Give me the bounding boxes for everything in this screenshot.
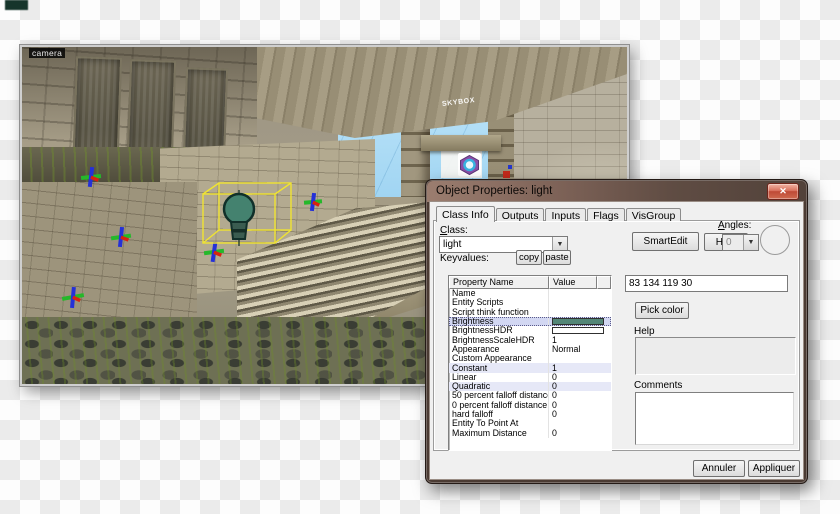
close-icon: ✕	[779, 186, 787, 196]
table-row[interactable]: Entity To Point At	[449, 419, 611, 428]
table-header: Property Name Value	[449, 276, 611, 289]
table-row[interactable]: Entity Scripts	[449, 298, 611, 307]
pick-color-button[interactable]: Pick color	[635, 302, 689, 319]
tab-inputs[interactable]: Inputs	[545, 208, 586, 221]
angle-dial[interactable]	[760, 225, 790, 255]
table-row-brightness-selected[interactable]: Brightness	[449, 317, 611, 326]
keyvalues-label: Keyvalues:	[440, 253, 489, 264]
angles-combobox[interactable]: 0 ▼	[722, 234, 759, 251]
cancel-button[interactable]: Annuler	[693, 460, 745, 477]
table-row[interactable]: 50 percent falloff distance0	[449, 391, 611, 400]
table-row[interactable]: Script think function	[449, 308, 611, 317]
corner-fragment	[5, 0, 28, 10]
object-properties-dialog: Object Properties: light ✕ Class Info Ou…	[425, 179, 808, 484]
tab-bar: Class Info Outputs Inputs Flags VisGroup	[436, 205, 682, 221]
tab-class-info[interactable]: Class Info	[436, 206, 495, 222]
transparent-canvas: camera SKYBOX Object Properties: light ✕…	[0, 0, 840, 514]
viewport-camera-label[interactable]: camera	[29, 48, 65, 58]
apply-button[interactable]: Appliquer	[748, 460, 800, 477]
brightness-color-swatch[interactable]	[552, 318, 604, 325]
lightbulb-entity	[224, 190, 254, 246]
table-row[interactable]: 0 percent falloff distance0	[449, 401, 611, 410]
table-row[interactable]: BrightnessScaleHDR1	[449, 335, 611, 344]
paste-button[interactable]: paste	[543, 250, 571, 265]
tab-page-class-info: Class: light ▼ SmartEdit Help Angles: 0 …	[433, 220, 800, 451]
env-entity-icon	[458, 153, 481, 176]
color-value-input[interactable]	[625, 275, 788, 292]
comments-label: Comments	[634, 380, 682, 391]
dialog-client-area: Class Info Outputs Inputs Flags VisGroup…	[430, 202, 803, 479]
dialog-title: Object Properties: light	[436, 185, 552, 197]
table-row[interactable]: Quadratic0	[449, 382, 611, 391]
header-filler	[597, 276, 611, 289]
tab-flags[interactable]: Flags	[587, 208, 625, 221]
light-gizmo	[111, 227, 131, 247]
light-gizmo	[304, 193, 322, 211]
angles-value: 0	[726, 237, 732, 248]
chevron-down-icon[interactable]: ▼	[743, 235, 758, 250]
light-gizmo	[81, 167, 101, 187]
brightness-hdr-color-swatch[interactable]	[552, 327, 604, 334]
table-row[interactable]: Constant1	[449, 363, 611, 372]
table-row[interactable]: Custom Appearance	[449, 354, 611, 363]
cube-markers	[503, 165, 512, 178]
close-button[interactable]: ✕	[767, 183, 799, 200]
tab-visgroup[interactable]: VisGroup	[626, 208, 682, 221]
table-row[interactable]: Linear0	[449, 373, 611, 382]
smartedit-button[interactable]: SmartEdit	[632, 232, 699, 251]
keyvalues-table: Property Name Value Name Entity Scripts …	[448, 275, 612, 451]
header-value[interactable]: Value	[549, 276, 597, 289]
light-gizmo	[62, 287, 84, 308]
table-row[interactable]: hard falloff0	[449, 410, 611, 419]
comments-textarea[interactable]	[635, 392, 794, 445]
angles-label: Angles:	[718, 220, 751, 231]
class-label: Class:	[440, 225, 468, 236]
class-value: light	[443, 239, 461, 250]
table-row[interactable]: BrightnessHDR	[449, 326, 611, 335]
help-section-label: Help	[634, 326, 655, 337]
dialog-titlebar[interactable]: Object Properties: light ✕	[427, 181, 806, 202]
header-property-name[interactable]: Property Name	[449, 276, 549, 289]
copy-button[interactable]: copy	[516, 250, 542, 265]
table-row[interactable]: Name	[449, 289, 611, 298]
light-gizmo	[204, 242, 224, 262]
table-row[interactable]: AppearanceNormal	[449, 345, 611, 354]
help-text-box	[635, 337, 796, 375]
table-row[interactable]: Maximum Distance0	[449, 428, 611, 437]
tab-outputs[interactable]: Outputs	[496, 208, 545, 221]
